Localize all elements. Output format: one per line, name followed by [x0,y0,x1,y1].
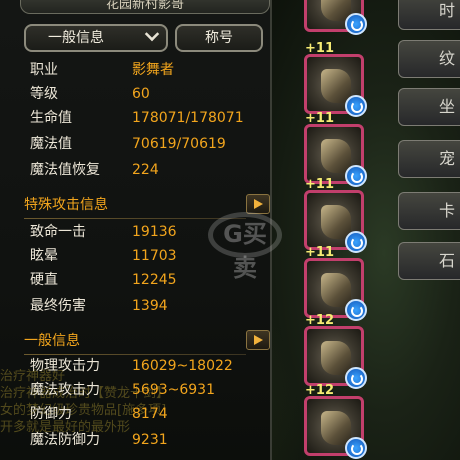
stat-label: 魔法防御力 [30,432,100,448]
refresh-icon[interactable] [345,367,367,389]
section-divider [24,354,246,355]
section-title: 一般信息 [24,333,80,349]
stat-value: 1394 [132,298,168,314]
stat-value: 70619/70619 [132,136,226,152]
side-menu-button[interactable]: 宠 [398,140,460,178]
enhance-level: +11 [305,111,334,126]
expand-arrow-button[interactable] [246,330,270,350]
chest-armor-icon [321,139,351,173]
equipment-slot[interactable]: +11 [304,245,367,321]
stat-label: 物理攻击力 [30,358,100,374]
necklace-icon [321,341,351,375]
shoulder-armor-icon [321,69,351,103]
tab-general-info[interactable]: 一般信息 [24,24,168,52]
stat-value: 19136 [132,224,177,240]
enhance-level: +11 [305,245,334,260]
stat-label: 硬直 [30,272,58,288]
equipment-slot[interactable]: +11 [304,41,367,117]
side-menu-button[interactable]: 纹 [398,40,460,78]
side-menu-button[interactable]: 石 [398,242,460,280]
stat-value: 178071/178071 [132,110,244,126]
enhance-level: +11 [305,177,334,192]
chevron-down-icon [144,26,160,42]
stat-value: 12245 [132,272,177,288]
equipment-slot[interactable]: +11 [304,111,367,187]
enhance-level: +11 [305,41,334,56]
stat-value: 8174 [132,406,168,422]
equipment-slot[interactable] [304,0,367,35]
stat-label: 魔法攻击力 [30,382,100,398]
gauntlet-icon [321,411,351,445]
stat-label: 致命一击 [30,224,86,240]
leg-armor-icon [321,205,351,239]
side-menu-button[interactable]: 卡 [398,192,460,230]
stat-value: 9231 [132,432,168,448]
enhance-level: +12 [305,313,334,328]
stat-label: 眩晕 [30,248,58,264]
refresh-icon[interactable] [345,13,367,35]
equipment-slot[interactable]: +12 [304,313,367,389]
belt-armor-icon [321,273,351,307]
section-title: 特殊攻击信息 [24,197,108,213]
stat-label: 职业 [30,62,58,78]
enhance-level: +12 [305,383,334,398]
stat-label: 等级 [30,86,58,102]
stat-label: 魔法值 [30,136,72,152]
expand-arrow-button[interactable] [246,194,270,214]
equipment-slot[interactable]: +11 [304,177,367,253]
stat-value: 影舞者 [132,62,174,78]
stat-label: 魔法值恢复 [30,162,100,178]
stat-value: 60 [132,86,150,102]
side-menu-button[interactable]: 时 [398,0,460,30]
tab-general-label: 一般信息 [48,30,104,46]
refresh-icon[interactable] [345,231,367,253]
stat-label: 最终伤害 [30,298,86,314]
equipment-slot[interactable]: +12 [304,383,367,459]
refresh-icon[interactable] [345,299,367,321]
character-name-bar: 花园新村影哥 [20,0,270,14]
site-watermark: G买卖 [208,212,282,282]
side-menu-button[interactable]: 坐 [398,88,460,126]
stat-label: 生命值 [30,110,72,126]
stat-value: 16029~18022 [132,358,233,374]
refresh-icon[interactable] [345,437,367,459]
stat-label: 防御力 [30,406,72,422]
section-general-info: 一般信息 [24,330,270,355]
section-divider [24,218,246,219]
stat-value: 5693~6931 [132,382,215,398]
stat-value: 11703 [132,248,177,264]
refresh-icon[interactable] [345,165,367,187]
tab-title[interactable]: 称号 [175,24,263,52]
refresh-icon[interactable] [345,95,367,117]
stat-value: 224 [132,162,159,178]
